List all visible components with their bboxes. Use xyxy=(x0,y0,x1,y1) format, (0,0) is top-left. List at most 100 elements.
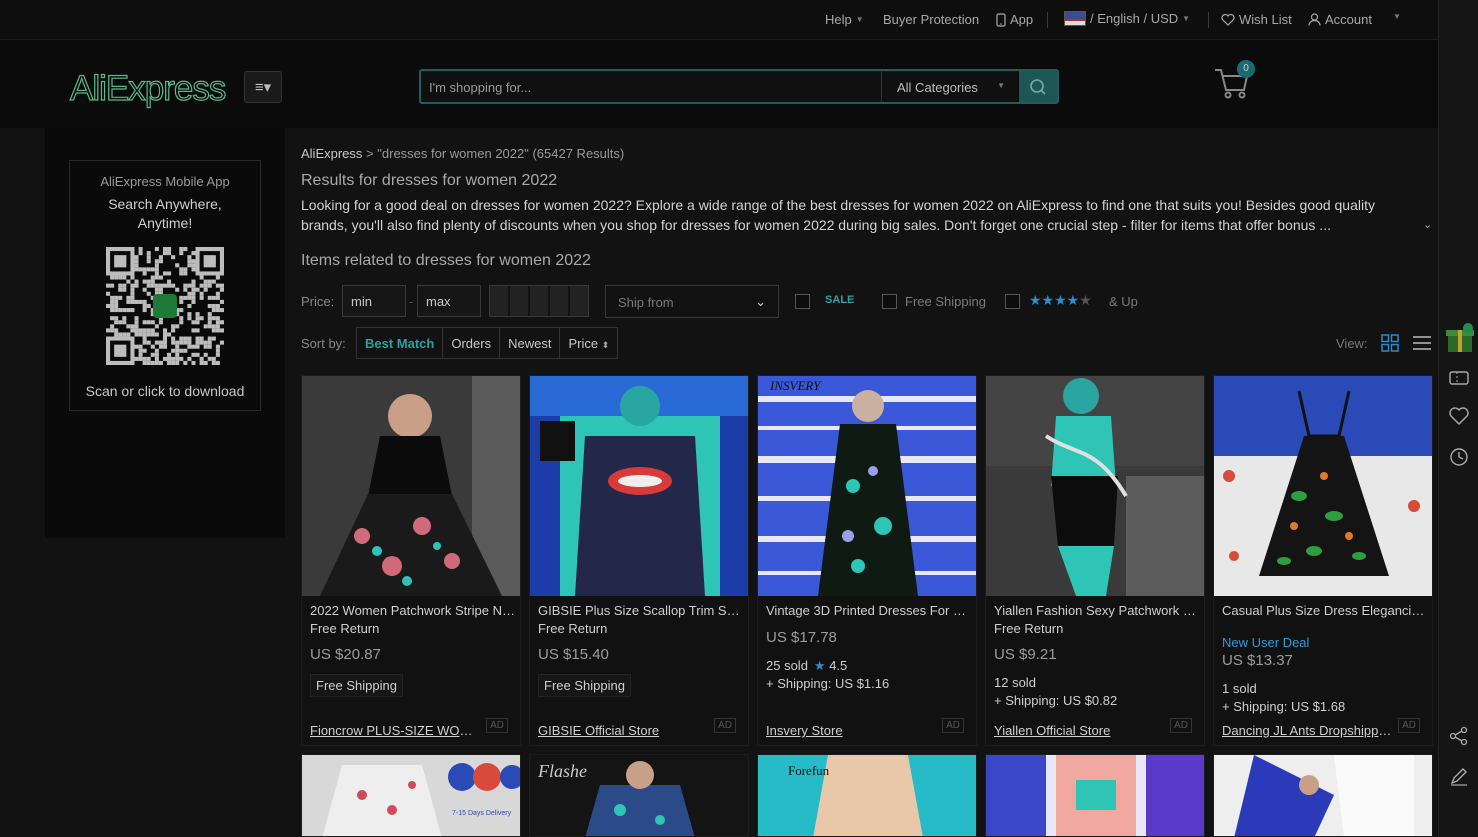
sort-best-match[interactable]: Best Match xyxy=(357,328,444,358)
results-title: Results for dresses for women 2022 xyxy=(301,172,558,189)
search-results: AliExpress > "dresses for women 2022" (6… xyxy=(285,128,1438,837)
ship-from-select[interactable]: Ship from ⌄ xyxy=(605,285,779,318)
help-label: Help xyxy=(825,12,852,27)
free-return-label: Free Return xyxy=(310,621,380,636)
product-card[interactable]: Yiallen Fashion Sexy Patchwork Mini Dres… xyxy=(985,375,1205,746)
store-link[interactable]: Fioncrow PLUS-SIZE WOMEN Store xyxy=(310,723,480,738)
search-input[interactable] xyxy=(429,77,879,97)
sort-price[interactable]: Price ⬍ xyxy=(560,328,617,358)
history-clock-icon[interactable] xyxy=(1448,446,1470,468)
product-card[interactable]: Flashe xyxy=(529,754,749,837)
more-menu[interactable]: ▼ xyxy=(1393,12,1401,21)
sold-label: 25 sold xyxy=(766,658,808,673)
ad-badge: AD xyxy=(1170,718,1192,733)
free-shipping-checkbox[interactable] xyxy=(882,294,897,309)
cart-count-badge: 0 xyxy=(1237,60,1255,78)
app-link[interactable]: App xyxy=(996,12,1033,27)
product-image[interactable]: Forefun xyxy=(758,755,977,837)
product-title[interactable]: 2022 Women Patchwork Stripe New Dress xyxy=(310,603,515,618)
product-card[interactable]: 2022 Women Patchwork Stripe New Dress Fr… xyxy=(301,375,521,746)
store-link[interactable]: GIBSIE Official Store xyxy=(538,723,708,738)
ship-from-label: Ship from xyxy=(618,295,674,310)
expand-chevron-icon[interactable]: ⌄ xyxy=(1423,218,1432,231)
breadcrumb-root[interactable]: AliExpress xyxy=(301,146,362,161)
product-card[interactable] xyxy=(1213,754,1433,837)
category-menu-button[interactable]: ≡▾ xyxy=(244,71,282,103)
search-button[interactable] xyxy=(1019,71,1057,102)
mobile-app-promo[interactable]: AliExpress Mobile App Search Anywhere, A… xyxy=(69,160,261,411)
wishlist-link[interactable]: Wish List xyxy=(1221,12,1292,27)
price-dash: - xyxy=(409,294,414,309)
feedback-pencil-icon[interactable] xyxy=(1448,765,1470,787)
buyer-protection-link[interactable]: Buyer Protection xyxy=(883,12,979,27)
product-image[interactable] xyxy=(302,376,520,596)
share-icon[interactable] xyxy=(1448,725,1470,747)
sort-options: Best Match Orders Newest Price ⬍ xyxy=(356,327,619,359)
ad-badge: AD xyxy=(486,718,508,733)
rating-suffix: & Up xyxy=(1109,294,1138,309)
sort-bar: Sort by: Best Match Orders Newest Price … xyxy=(301,327,1431,359)
product-card[interactable]: Forefun xyxy=(757,754,977,837)
help-menu[interactable]: Help ▼ xyxy=(825,12,864,27)
cart-button[interactable]: 0 xyxy=(1212,60,1258,102)
chevron-down-icon: ▼ xyxy=(1393,12,1401,21)
account-menu[interactable]: Account xyxy=(1308,12,1372,27)
list-view-icon[interactable] xyxy=(1412,333,1432,353)
product-image[interactable] xyxy=(986,755,1205,837)
free-shipping-badge: Free Shipping xyxy=(310,674,403,697)
product-card[interactable]: 7-15 Days Delivery xyxy=(301,754,521,837)
product-image[interactable]: INSVERY xyxy=(758,376,976,596)
product-title[interactable]: Yiallen Fashion Sexy Patchwork Mini Dres… xyxy=(994,603,1199,618)
delivery-badge: 7-15 Days Delivery xyxy=(452,810,512,817)
price-max-input[interactable] xyxy=(417,285,481,317)
store-link[interactable]: Insvery Store xyxy=(766,723,936,738)
heart-icon xyxy=(1221,13,1235,26)
sale-checkbox[interactable] xyxy=(795,294,810,309)
sort-orders[interactable]: Orders xyxy=(443,328,501,358)
product-card[interactable] xyxy=(985,754,1205,837)
divider xyxy=(1047,12,1048,28)
product-card[interactable]: Casual Plus Size Dress Elegancia Mujer N… xyxy=(1213,375,1433,746)
product-title[interactable]: GIBSIE Plus Size Scallop Trim Sequin Dre… xyxy=(538,603,743,618)
product-image[interactable]: Flashe xyxy=(530,755,749,837)
shipping-cost: + Shipping: US $1.68 xyxy=(1222,699,1346,714)
search-bar: All Categories ▼ xyxy=(419,69,1059,104)
coupon-icon[interactable] xyxy=(1448,367,1470,389)
breadcrumb-separator: > xyxy=(366,146,374,161)
gift-icon[interactable] xyxy=(1445,322,1475,354)
category-select[interactable]: All Categories ▼ xyxy=(881,71,1021,102)
language-currency-menu[interactable]: / English / USD ▼ xyxy=(1064,11,1190,26)
rating-checkbox[interactable] xyxy=(1005,294,1020,309)
aliexpress-logo[interactable]: AliExpress xyxy=(69,68,227,109)
shipping-cost: + Shipping: US $1.16 xyxy=(766,676,890,691)
product-image[interactable] xyxy=(1214,376,1432,596)
product-card[interactable]: GIBSIE Plus Size Scallop Trim Sequin Dre… xyxy=(529,375,749,746)
sort-newest[interactable]: Newest xyxy=(500,328,561,358)
product-title[interactable]: Casual Plus Size Dress Elegancia Mujer xyxy=(1222,603,1427,618)
price-apply-button[interactable] xyxy=(489,285,589,317)
product-title[interactable]: Vintage 3D Printed Dresses For Women xyxy=(766,603,971,618)
user-icon xyxy=(1308,13,1321,26)
product-price: US $17.78 xyxy=(766,629,837,646)
product-image[interactable] xyxy=(530,376,748,596)
heart-icon[interactable] xyxy=(1448,405,1470,427)
qr-code-icon[interactable] xyxy=(106,247,224,365)
product-card[interactable]: INSVERY Vintage 3D Printed Dresses For W… xyxy=(757,375,977,746)
sold-count: 1 sold xyxy=(1222,681,1257,696)
divider xyxy=(1208,12,1209,28)
view-label: View: xyxy=(1336,336,1368,351)
star-icon: ★ xyxy=(813,658,826,673)
store-link[interactable]: Dancing JL Ants Dropshipping Store xyxy=(1222,723,1392,738)
left-sidebar: AliExpress Mobile App Search Anywhere, A… xyxy=(45,128,285,538)
price-min-input[interactable] xyxy=(342,285,406,317)
sort-price-label: Price xyxy=(568,336,599,351)
svg-text:INSVERY: INSVERY xyxy=(769,378,822,393)
grid-view-icon[interactable] xyxy=(1380,333,1400,353)
product-image[interactable]: 7-15 Days Delivery xyxy=(302,755,521,837)
free-return-label: Free Return xyxy=(994,621,1064,636)
store-link[interactable]: Yiallen Official Store xyxy=(994,723,1164,738)
us-flag-icon xyxy=(1064,11,1086,26)
product-image[interactable] xyxy=(986,376,1204,596)
product-image[interactable] xyxy=(1214,755,1433,837)
free-return-label: Free Return xyxy=(538,621,608,636)
